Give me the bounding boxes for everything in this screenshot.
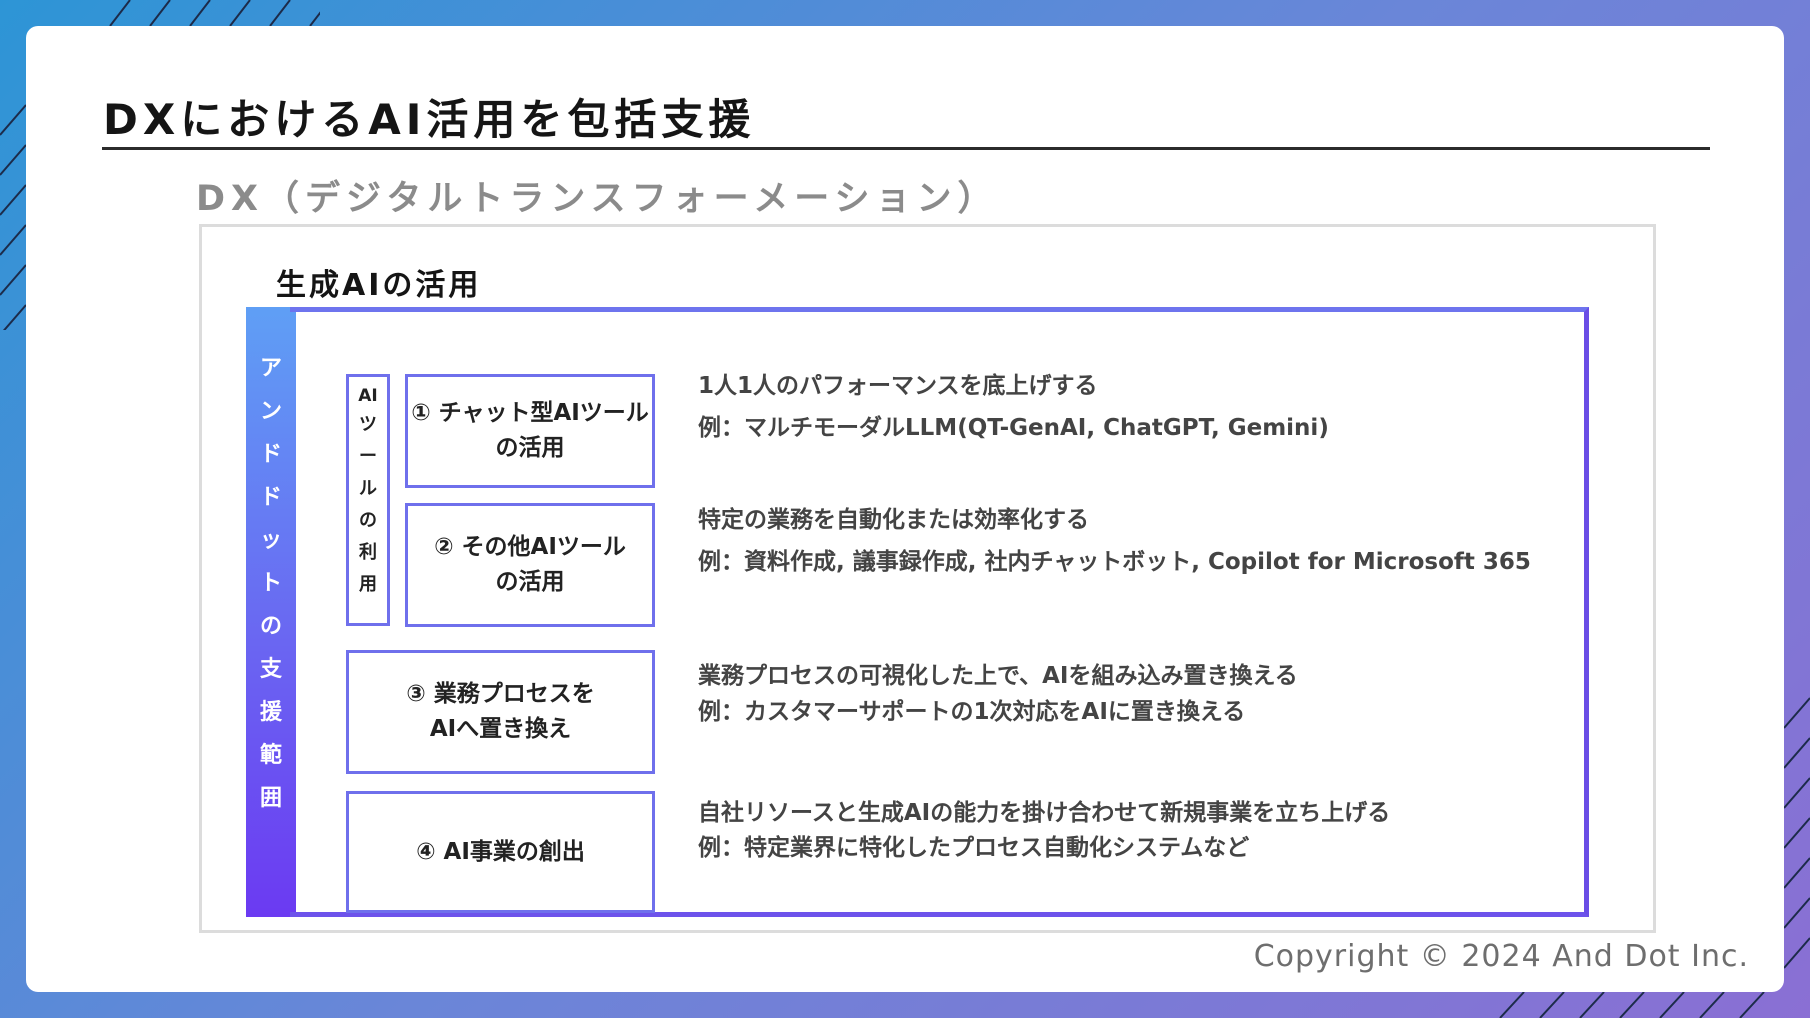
item-description: 特定の業務を自動化または効率化する bbox=[698, 507, 1089, 533]
page-title: DXにおけるAI活用を包括支援 bbox=[103, 95, 756, 144]
support-scope-char: ド bbox=[259, 485, 282, 510]
ai-tool-usage-label: AI ツ ー ル の 利 用 bbox=[346, 374, 390, 626]
item-example: 例：特定業界に特化したプロセス自動化システムなど bbox=[698, 835, 1250, 861]
support-scope-char: ア bbox=[259, 356, 282, 381]
support-scope-char: 支 bbox=[259, 657, 282, 682]
item-label: ② その他AIツール の活用 bbox=[434, 534, 626, 595]
copyright-notice: Copyright © 2024 And Dot Inc. bbox=[1253, 939, 1749, 974]
item-label: ③ 業務プロセスを AIへ置き換え bbox=[406, 681, 595, 742]
support-scope-char: 囲 bbox=[259, 786, 282, 811]
slide-card: DXにおけるAI活用を包括支援 DX（デジタルトランスフォーメーション） 生成A… bbox=[26, 26, 1784, 992]
item-description: 自社リソースと生成AIの能力を掛け合わせて新規事業を立ち上げる bbox=[698, 800, 1391, 826]
item-box-ai-business: ④ AI事業の創出 bbox=[346, 791, 655, 913]
ai-tool-usage-char: AI bbox=[358, 386, 378, 406]
item-example: 例：資料作成, 議事録作成, 社内チャットボット, Copilot for Mi… bbox=[698, 549, 1531, 575]
support-scope-bar: ア ン ド ド ッ ト の 支 援 範 囲 bbox=[246, 307, 296, 917]
support-scope-char: 範 bbox=[259, 743, 282, 768]
ai-tool-usage-char: 利 bbox=[359, 542, 377, 563]
support-scope-char: の bbox=[259, 614, 282, 639]
item-box-process-replace: ③ 業務プロセスを AIへ置き換え bbox=[346, 650, 655, 774]
item-example: 例：カスタマーサポートの1次対応をAIに置き換える bbox=[698, 699, 1246, 725]
ai-tool-usage-char: ツ bbox=[359, 414, 377, 435]
support-scope-char: ッ bbox=[259, 528, 282, 553]
support-scope-char: ド bbox=[259, 442, 282, 467]
dx-section-label: DX（デジタルトランスフォーメーション） bbox=[196, 179, 999, 219]
ai-tool-usage-char: ー bbox=[359, 446, 377, 467]
item-box-chat-ai: ① チャット型AIツール の活用 bbox=[405, 374, 655, 488]
support-scope-char: ン bbox=[259, 399, 282, 424]
item-description: 1人1人のパフォーマンスを底上げする bbox=[698, 373, 1098, 399]
item-label: ④ AI事業の創出 bbox=[416, 838, 585, 865]
item-description: 業務プロセスの可視化した上で、AIを組み込み置き換える bbox=[698, 663, 1298, 689]
title-divider bbox=[102, 147, 1710, 150]
support-scope-char: ト bbox=[259, 571, 282, 596]
ai-tool-usage-char: の bbox=[359, 510, 377, 531]
ai-tool-usage-char: 用 bbox=[359, 574, 377, 595]
ai-tool-usage-char: ル bbox=[359, 478, 377, 499]
support-scope-char: 援 bbox=[259, 700, 282, 725]
item-box-other-ai: ② その他AIツール の活用 bbox=[405, 503, 655, 627]
genai-section-title: 生成AIの活用 bbox=[276, 268, 482, 303]
item-example: 例：マルチモーダルLLM(QT-GenAI, ChatGPT, Gemini) bbox=[698, 415, 1329, 441]
item-label: ① チャット型AIツール の活用 bbox=[411, 400, 649, 461]
